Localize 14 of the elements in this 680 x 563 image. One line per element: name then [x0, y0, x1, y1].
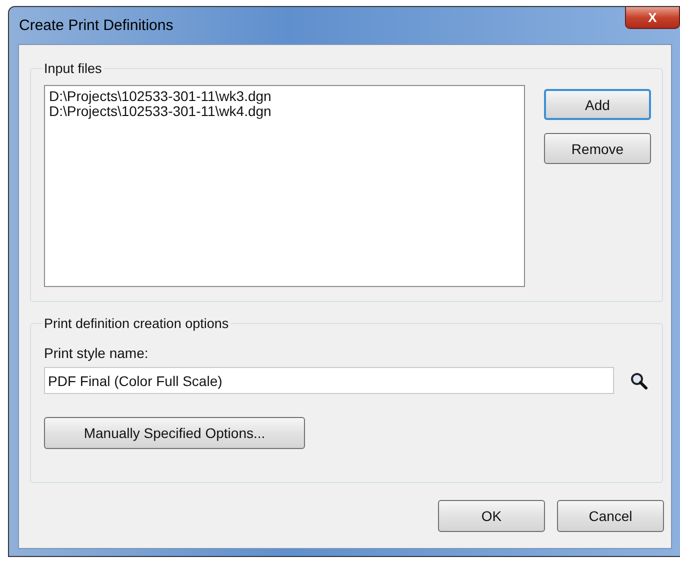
list-button[interactable]: Add: [544, 89, 651, 120]
window-title: Create Print Definitions: [19, 17, 174, 34]
print-style-field[interactable]: PDF Final (Color Full Scale): [44, 367, 614, 394]
search-icon[interactable]: [629, 370, 649, 390]
file-item[interactable]: D:\Projects\102533-301-11\wk4.dgn: [49, 104, 520, 119]
dialog-button[interactable]: OK: [438, 500, 545, 532]
group-title: Input files: [43, 61, 103, 76]
file-item[interactable]: D:\Projects\102533-301-11\wk3.dgn: [49, 89, 520, 104]
dialog-button[interactable]: Cancel: [557, 500, 664, 532]
close-button[interactable]: X: [625, 7, 680, 29]
group-title: Print definition creation options: [43, 316, 230, 331]
manual-options-button[interactable]: Manually Specified Options...: [44, 417, 305, 449]
field-label: Print style name:: [44, 345, 150, 361]
list-button[interactable]: Remove: [544, 133, 651, 164]
